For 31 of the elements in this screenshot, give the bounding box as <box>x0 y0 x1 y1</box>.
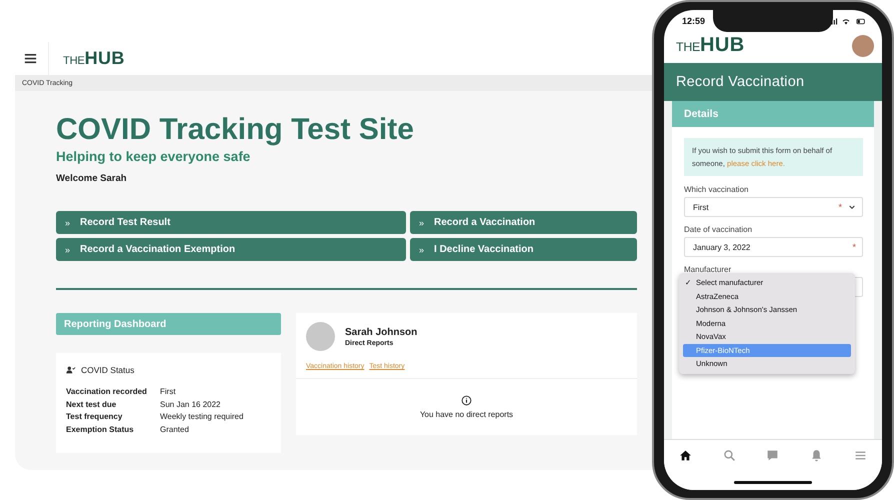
action-button[interactable]: » Record a Vaccination Exemption <box>56 238 406 261</box>
status-value: Weekly testing required <box>160 412 244 421</box>
status-label: Test frequency <box>66 412 124 421</box>
status-label: Next test due <box>66 400 118 408</box>
logo: THEHUB <box>63 48 125 69</box>
page-title: COVID Tracking Test Site <box>56 113 415 147</box>
status-title: COVID Status <box>81 365 134 375</box>
action-button[interactable]: » I Decline Vaccination <box>410 238 637 261</box>
status-value: First <box>160 387 177 396</box>
page-subtitle: Helping to keep everyone safe <box>56 149 252 164</box>
status-label: Exemption Status <box>66 424 135 434</box>
select-field[interactable]: First * <box>684 197 863 217</box>
dashboard-header: Reporting Dashboard <box>56 313 281 335</box>
empty-message: You have no direct reports <box>420 410 514 419</box>
status-value: Sun Jan 16 2022 <box>160 400 222 408</box>
required-mark: * <box>838 202 842 212</box>
action-button[interactable]: » Record Test Result <box>56 211 406 234</box>
logo: THEHUB <box>676 34 745 57</box>
welcome-text: Welcome Sarah <box>56 173 128 184</box>
section-header: Details <box>672 101 874 127</box>
field-label: Manufacturer <box>684 265 732 274</box>
field-label: Date of vaccination <box>684 225 754 234</box>
profile-name: Sarah Johnson <box>345 326 418 338</box>
status-label: Vaccination recorded <box>66 387 148 396</box>
status-time: 12:59 <box>682 16 706 26</box>
date-field[interactable]: January 3, 2022 * <box>684 237 863 257</box>
page-header: Record Vaccination <box>664 63 882 101</box>
field-label: Which vaccination <box>684 185 750 194</box>
required-mark: * <box>852 242 856 252</box>
action-button[interactable]: » Record a Vaccination <box>410 211 637 234</box>
status-value: Granted <box>160 424 190 434</box>
